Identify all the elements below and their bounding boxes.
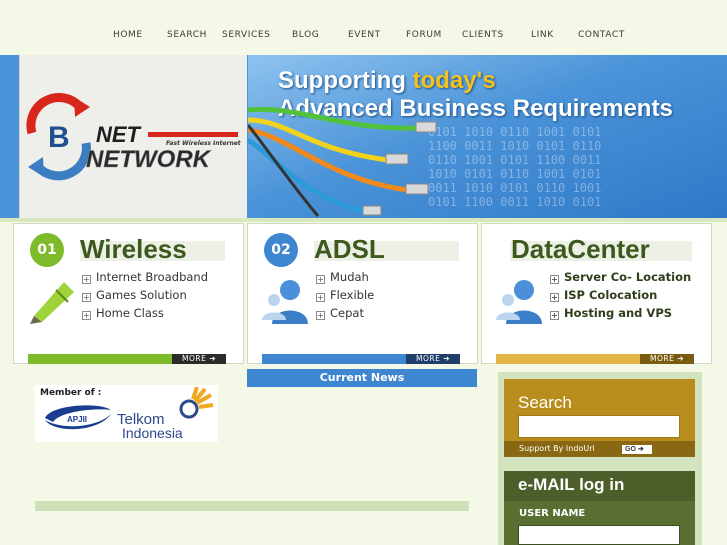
more-button[interactable]: MORE ➔ <box>172 354 226 364</box>
plus-icon: + <box>316 275 325 284</box>
list-item[interactable]: + Home Class <box>82 306 208 324</box>
svg-text:B: B <box>48 121 70 154</box>
email-login-panel: e-MAIL log in USER NAME <box>504 471 695 545</box>
search-panel: Search Support By IndoUrl GO ➔ <box>504 379 695 457</box>
list-item[interactable]: + ISP Colocation <box>550 288 691 306</box>
more-button[interactable]: MORE ➔ <box>640 354 694 364</box>
svg-text:APJII: APJII <box>67 415 87 424</box>
search-footer: Support By IndoUrl GO ➔ <box>504 441 695 457</box>
page: HOME SEARCH SERVICES BLOG EVENT FORUM CL… <box>0 0 727 545</box>
telkom-sun-icon <box>179 387 214 419</box>
nav-blog[interactable]: BLOG <box>292 30 319 40</box>
more-button[interactable]: MORE ➔ <box>406 354 460 364</box>
nav-forum[interactable]: FORUM <box>406 30 442 40</box>
plus-icon: + <box>550 293 559 302</box>
svg-text:NETWORK: NETWORK <box>86 146 212 173</box>
telkom-logo-subtext: Indonesia <box>122 425 183 441</box>
service-number-badge: 01 <box>30 233 64 267</box>
service-wireless: 01 Wireless + Internet Broadband + Games S… <box>13 223 244 364</box>
go-button[interactable]: GO ➔ <box>622 445 652 454</box>
list-item[interactable]: + Hosting and VPS <box>550 306 691 324</box>
cables-icon <box>248 106 437 217</box>
nav-home[interactable]: HOME <box>113 30 143 40</box>
banner: B NET Fast Wireless Internet NETWORK 010… <box>0 55 727 218</box>
search-title: Search <box>518 393 572 412</box>
service-footer-bar: MORE ➔ <box>496 354 694 364</box>
service-footer-bar: MORE ➔ <box>262 354 460 364</box>
plus-icon: + <box>550 311 559 320</box>
nav-event[interactable]: EVENT <box>348 30 381 40</box>
member-of-label: Member of : <box>40 388 102 398</box>
username-label: USER NAME <box>519 508 586 519</box>
list-item[interactable]: + Internet Broadband <box>82 270 208 288</box>
nav-services[interactable]: SERVICES <box>222 30 270 40</box>
username-input[interactable] <box>518 525 680 545</box>
site-logo[interactable]: B NET Fast Wireless Internet NETWORK <box>19 55 247 218</box>
list-item[interactable]: + Cepat <box>316 306 374 324</box>
plus-icon: + <box>82 311 91 320</box>
list-item[interactable]: + Flexible <box>316 288 374 306</box>
email-login-title: e-MAIL log in <box>518 475 625 494</box>
service-feature-list: + Server Co- Location + ISP Colocation + Ho… <box>550 270 691 324</box>
support-by-label: Support By IndoUrl <box>519 444 595 453</box>
service-title: DataCenter <box>511 234 650 264</box>
nav-link[interactable]: LINK <box>531 30 554 40</box>
service-title: Wireless <box>80 234 187 264</box>
service-feature-list: + Internet Broadband + Games Solution + Hom… <box>82 270 208 324</box>
banner-divider <box>0 218 727 222</box>
sidebar: Search Support By IndoUrl GO ➔ e-MAIL lo… <box>498 372 702 545</box>
content-footer-bar <box>35 501 469 511</box>
hero-binary-pattern: 0101 1010 0110 1001 0101 1100 0011 1010 … <box>428 125 602 209</box>
nav-contact[interactable]: CONTACT <box>578 30 625 40</box>
service-title: ADSL <box>314 234 385 264</box>
service-footer-bar: MORE ➔ <box>28 354 226 364</box>
hero-image: 0101 1010 0110 1001 0101 1100 0011 1010 … <box>248 55 727 218</box>
service-adsl: 02 ADSL + Mudah + Flexible + Cepat MORE ➔ <box>247 223 478 364</box>
service-feature-list: + Mudah + Flexible + Cepat <box>316 270 374 324</box>
service-number-badge: 02 <box>264 233 298 267</box>
apjii-logo: APJII <box>45 405 111 430</box>
user-icon <box>496 280 542 324</box>
list-item[interactable]: + Games Solution <box>82 288 208 306</box>
top-nav: HOME SEARCH SERVICES BLOG EVENT FORUM CL… <box>0 26 727 48</box>
search-input[interactable] <box>518 415 680 438</box>
pen-icon <box>30 282 74 324</box>
list-item[interactable]: + Mudah <box>316 270 374 288</box>
current-news-heading: Current News <box>247 369 477 387</box>
plus-icon: + <box>316 311 325 320</box>
logo-graphic: B NET Fast Wireless Internet NETWORK <box>26 93 242 181</box>
plus-icon: + <box>550 275 559 284</box>
svg-text:NET: NET <box>96 122 142 147</box>
plus-icon: + <box>82 293 91 302</box>
user-icon <box>262 280 308 324</box>
service-datacenter: DataCenter + Server Co- Location + ISP Col… <box>481 223 712 364</box>
nav-clients[interactable]: CLIENTS <box>462 30 504 40</box>
plus-icon: + <box>82 275 91 284</box>
nav-search[interactable]: SEARCH <box>167 30 207 40</box>
member-of-badge[interactable]: Member of : APJII Telkom Indonesia <box>35 385 218 442</box>
plus-icon: + <box>316 293 325 302</box>
list-item[interactable]: + Server Co- Location <box>550 270 691 288</box>
